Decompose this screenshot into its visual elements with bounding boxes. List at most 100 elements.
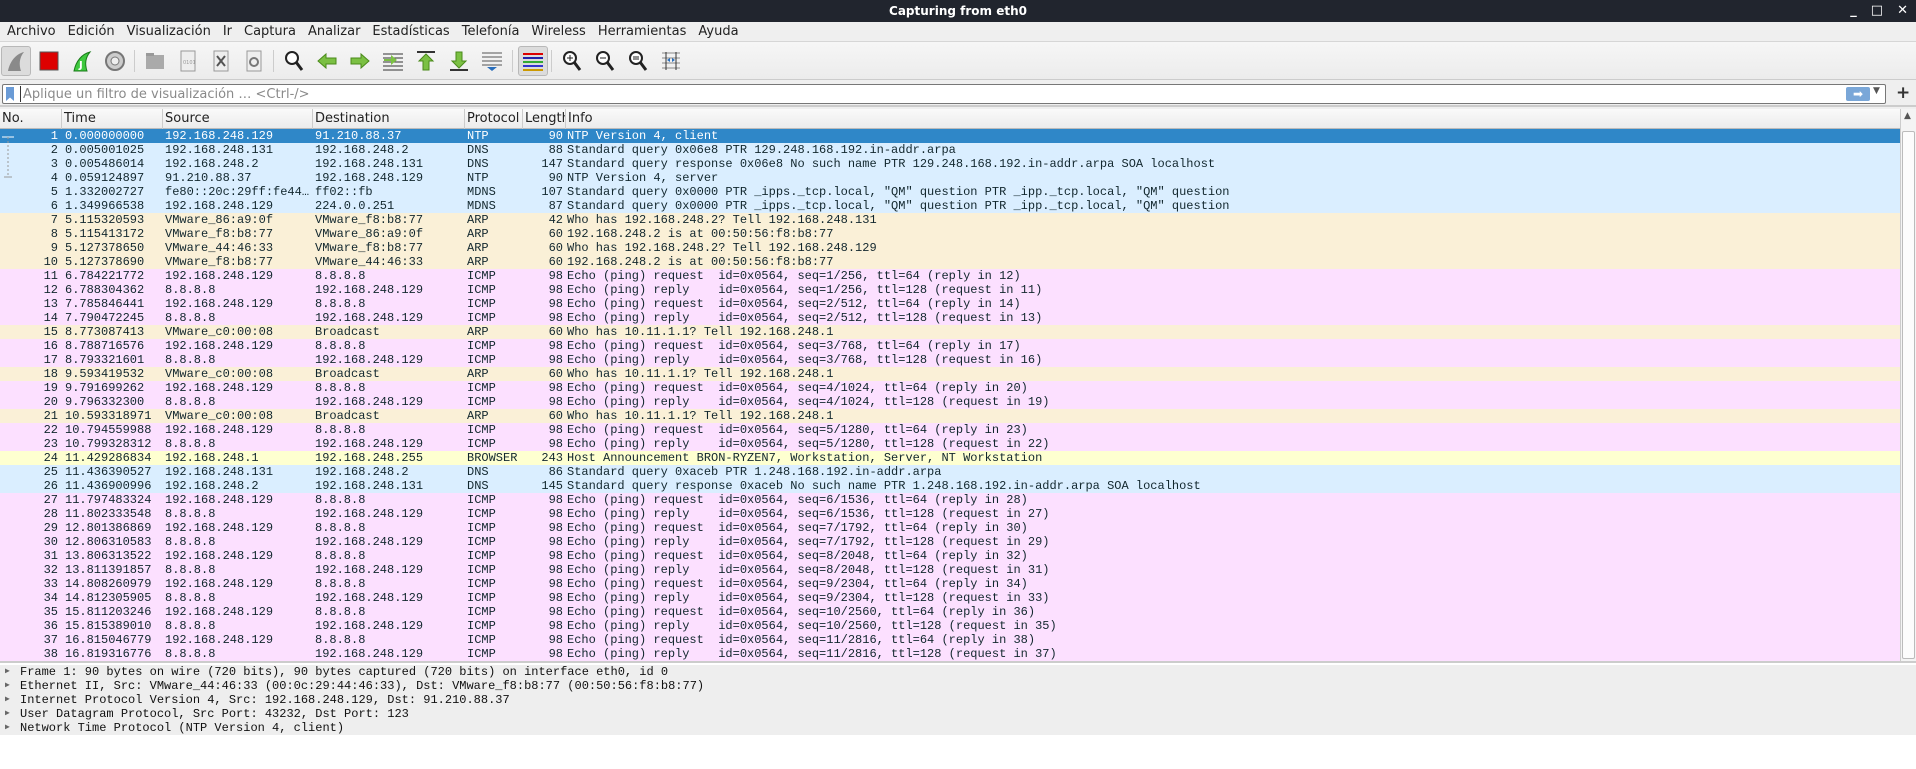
go-back-button[interactable] bbox=[312, 46, 342, 76]
last-packet-button[interactable] bbox=[444, 46, 474, 76]
packet-row[interactable]: 11 6.784221772 192.168.248.129 8.8.8.8 ICMP 9… bbox=[0, 269, 1900, 283]
expand-triangle-icon[interactable]: ▶ bbox=[5, 721, 10, 735]
packet-row[interactable]: 16 8.788716576 192.168.248.129 8.8.8.8 ICMP 9… bbox=[0, 339, 1900, 353]
minimize-icon[interactable]: _ bbox=[1850, 0, 1857, 22]
column-header-length[interactable]: Length bbox=[522, 109, 565, 129]
packet-row[interactable]: 5 1.332002727 fe80::20c:29ff:fe44… ff02::fb… bbox=[0, 185, 1900, 199]
autoscroll-button[interactable] bbox=[477, 46, 507, 76]
packet-row[interactable]: 20 9.796332300 8.8.8.8 192.168.248.129 ICMP 9… bbox=[0, 395, 1900, 409]
menu-visualizacion[interactable]: Visualización bbox=[127, 22, 211, 41]
packet-row[interactable]: 32 13.811391857 8.8.8.8 192.168.248.129 ICMP… bbox=[0, 563, 1900, 577]
packet-row[interactable]: 17 8.793321601 8.8.8.8 192.168.248.129 ICMP 9… bbox=[0, 353, 1900, 367]
packet-row[interactable]: 6 1.349966538 192.168.248.129 224.0.0.251 MD… bbox=[0, 199, 1900, 213]
cell-source: 8.8.8.8 bbox=[165, 283, 216, 297]
capture-options-gear-button[interactable] bbox=[100, 46, 130, 76]
packet-row[interactable]: 26 11.436900996 192.168.248.2 192.168.248.1… bbox=[0, 479, 1900, 493]
expand-triangle-icon[interactable]: ▶ bbox=[5, 693, 10, 707]
apply-filter-button[interactable]: ➡ bbox=[1846, 87, 1870, 101]
expand-triangle-icon[interactable]: ▶ bbox=[5, 679, 10, 693]
detail-tree-item[interactable]: ▶ Ethernet II, Src: VMware_44:46:33 (00:0… bbox=[0, 679, 1916, 693]
packet-row[interactable]: 24 11.429286834 192.168.248.1 192.168.248.2… bbox=[0, 451, 1900, 465]
packet-row[interactable]: 15 8.773087413 VMware_c0:00:08 Broadcast ARP… bbox=[0, 325, 1900, 339]
menu-estadisticas[interactable]: Estadísticas bbox=[372, 22, 449, 41]
packet-row[interactable]: 37 16.815046779 192.168.248.129 8.8.8.8 ICMP… bbox=[0, 633, 1900, 647]
column-header-info[interactable]: Info bbox=[565, 109, 1900, 129]
first-packet-button[interactable] bbox=[411, 46, 441, 76]
zoom-in-button[interactable] bbox=[557, 46, 587, 76]
menu-archivo[interactable]: Archivo bbox=[7, 22, 56, 41]
packet-row[interactable]: 2 0.005001025 192.168.248.131 192.168.248.2… bbox=[0, 143, 1900, 157]
packet-row[interactable]: 30 12.806310583 8.8.8.8 192.168.248.129 ICMP… bbox=[0, 535, 1900, 549]
packet-row[interactable]: 25 11.436390527 192.168.248.131 192.168.248… bbox=[0, 465, 1900, 479]
close-file-button[interactable] bbox=[206, 46, 236, 76]
cell-destination: 192.168.248.129 bbox=[315, 619, 424, 633]
reload-file-button[interactable] bbox=[239, 46, 269, 76]
detail-tree-item[interactable]: ▶ Network Time Protocol (NTP Version 4, c… bbox=[0, 721, 1916, 735]
column-header-time[interactable]: Time bbox=[61, 109, 162, 129]
packet-row[interactable]: 14 7.790472245 8.8.8.8 192.168.248.129 ICMP 9… bbox=[0, 311, 1900, 325]
packet-row[interactable]: 10 5.127378690 VMware_f8:b8:77 VMware_44:46… bbox=[0, 255, 1900, 269]
packet-row[interactable]: 21 10.593318971 VMware_c0:00:08 Broadcast AR… bbox=[0, 409, 1900, 423]
packet-row[interactable]: 33 14.808260979 192.168.248.129 8.8.8.8 ICMP… bbox=[0, 577, 1900, 591]
packet-row[interactable]: 8 5.115413172 VMware_f8:b8:77 VMware_86:a9:… bbox=[0, 227, 1900, 241]
cell-time: 15.811203246 bbox=[65, 605, 152, 619]
save-file-button[interactable]: 0101 bbox=[173, 46, 203, 76]
scrollbar-thumb[interactable] bbox=[1902, 131, 1915, 659]
packet-row[interactable]: 36 15.815389010 8.8.8.8 192.168.248.129 ICMP… bbox=[0, 619, 1900, 633]
maximize-icon[interactable]: □ bbox=[1871, 0, 1883, 22]
menu-analizar[interactable]: Analizar bbox=[308, 22, 360, 41]
scroll-up-icon[interactable]: ▲ bbox=[1904, 111, 1911, 121]
go-to-packet-button[interactable] bbox=[378, 46, 408, 76]
packet-row[interactable]: 9 5.127378650 VMware_44:46:33 VMware_f8:b8:… bbox=[0, 241, 1900, 255]
column-header-protocol[interactable]: Protocol bbox=[464, 109, 522, 129]
packet-row[interactable]: 13 7.785846441 192.168.248.129 8.8.8.8 ICMP 9… bbox=[0, 297, 1900, 311]
go-forward-button[interactable] bbox=[345, 46, 375, 76]
zoom-out-button[interactable] bbox=[590, 46, 620, 76]
menu-ir[interactable]: Ir bbox=[223, 22, 232, 41]
restart-capture-button[interactable]: J bbox=[67, 46, 97, 76]
colorize-button[interactable] bbox=[518, 46, 548, 76]
add-filter-button[interactable]: + bbox=[1896, 83, 1910, 103]
packet-row[interactable]: 29 12.801386869 192.168.248.129 8.8.8.8 ICMP… bbox=[0, 521, 1900, 535]
packet-row[interactable]: 1 0.000000000 192.168.248.129 91.210.88.37 N… bbox=[0, 129, 1900, 143]
packet-row[interactable]: 7 5.115320593 VMware_86:a9:0f VMware_f8:b8:… bbox=[0, 213, 1900, 227]
detail-tree-item[interactable]: ▶ Frame 1: 90 bytes on wire (720 bits), 9… bbox=[0, 665, 1916, 679]
stop-capture-button[interactable] bbox=[34, 46, 64, 76]
packet-list-scrollbar[interactable]: ▲ bbox=[1900, 109, 1916, 661]
shark-fin-start-button[interactable] bbox=[1, 46, 31, 76]
column-header-no[interactable]: No. bbox=[0, 109, 61, 129]
menu-herramientas[interactable]: Herramientas bbox=[598, 22, 687, 41]
detail-tree-item[interactable]: ▶ User Datagram Protocol, Src Port: 43232… bbox=[0, 707, 1916, 721]
packet-row[interactable]: 4 0.059124897 91.210.88.37 192.168.248.129 N… bbox=[0, 171, 1900, 185]
close-icon[interactable]: ✕ bbox=[1897, 0, 1908, 22]
find-packet-button[interactable] bbox=[279, 46, 309, 76]
open-file-button[interactable] bbox=[140, 46, 170, 76]
packet-row[interactable]: 3 0.005486014 192.168.248.2 192.168.248.131… bbox=[0, 157, 1900, 171]
packet-row[interactable]: 18 9.593419532 VMware_c0:00:08 Broadcast ARP… bbox=[0, 367, 1900, 381]
packet-row[interactable]: 31 13.806313522 192.168.248.129 8.8.8.8 ICMP… bbox=[0, 549, 1900, 563]
packet-row[interactable]: 22 10.794559988 192.168.248.129 8.8.8.8 ICMP… bbox=[0, 423, 1900, 437]
packet-row[interactable]: 38 16.819316776 8.8.8.8 192.168.248.129 ICMP… bbox=[0, 647, 1900, 661]
expand-triangle-icon[interactable]: ▶ bbox=[5, 665, 10, 679]
menu-telefonia[interactable]: Telefonía bbox=[462, 22, 520, 41]
packet-row[interactable]: 27 11.797483324 192.168.248.129 8.8.8.8 ICMP… bbox=[0, 493, 1900, 507]
menu-captura[interactable]: Captura bbox=[244, 22, 296, 41]
column-header-destination[interactable]: Destination bbox=[312, 109, 464, 129]
packet-row[interactable]: 19 9.791699262 192.168.248.129 8.8.8.8 ICMP 9… bbox=[0, 381, 1900, 395]
detail-tree-item[interactable]: ▶ Internet Protocol Version 4, Src: 192.1… bbox=[0, 693, 1916, 707]
menu-edicion[interactable]: Edición bbox=[68, 22, 115, 41]
bookmark-icon[interactable] bbox=[6, 87, 14, 101]
column-header-source[interactable]: Source bbox=[162, 109, 312, 129]
expand-triangle-icon[interactable]: ▶ bbox=[5, 707, 10, 721]
packet-row[interactable]: 28 11.802333548 8.8.8.8 192.168.248.129 ICMP… bbox=[0, 507, 1900, 521]
packet-row[interactable]: 35 15.811203246 192.168.248.129 8.8.8.8 ICMP… bbox=[0, 605, 1900, 619]
resize-columns-button[interactable] bbox=[656, 46, 686, 76]
packet-row[interactable]: 34 14.812305905 8.8.8.8 192.168.248.129 ICMP… bbox=[0, 591, 1900, 605]
menu-wireless[interactable]: Wireless bbox=[531, 22, 585, 41]
filter-history-dropdown-icon[interactable]: ▼ bbox=[1873, 86, 1880, 96]
display-filter-input[interactable] bbox=[20, 86, 1840, 102]
normal-size-button[interactable] bbox=[623, 46, 653, 76]
packet-row[interactable]: 23 10.799328312 8.8.8.8 192.168.248.129 ICMP… bbox=[0, 437, 1900, 451]
packet-row[interactable]: 12 6.788304362 8.8.8.8 192.168.248.129 ICMP 9… bbox=[0, 283, 1900, 297]
menu-ayuda[interactable]: Ayuda bbox=[698, 22, 738, 41]
